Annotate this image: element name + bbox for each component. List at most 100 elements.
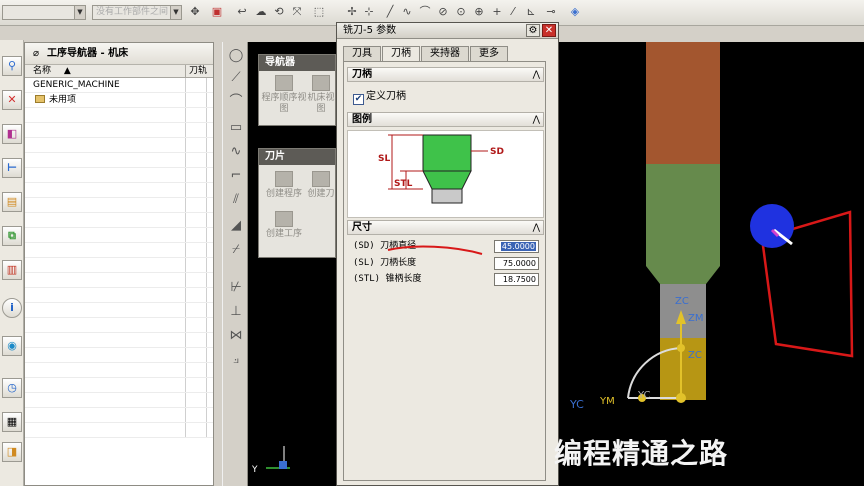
snap-icon[interactable]: ✥ <box>188 5 202 19</box>
move-icon[interactable]: ✢ <box>345 5 359 19</box>
table-row[interactable] <box>25 138 213 153</box>
offset-tool-icon[interactable]: ⫽ <box>228 192 244 208</box>
table-row[interactable] <box>25 108 213 123</box>
machine-tool-navigator-icon[interactable]: ▤ <box>2 192 22 212</box>
info-icon[interactable]: i <box>2 298 22 318</box>
section-diagram[interactable]: 图例 ⋀ <box>347 112 544 127</box>
axis-origin-marker[interactable] <box>676 393 686 403</box>
fillet-tool-icon[interactable]: ⌐ <box>228 168 244 184</box>
collapse-icon[interactable]: ⋀ <box>533 68 540 82</box>
column-header-name[interactable]: 名称 ▲ <box>25 65 186 77</box>
table-row[interactable] <box>25 303 213 318</box>
roles-icon[interactable]: ◨ <box>2 442 22 462</box>
gear-icon[interactable]: ⚙ <box>526 24 540 37</box>
create-program-button[interactable]: 创建程序 <box>261 171 307 200</box>
trim-tool-icon[interactable]: ⌿ <box>228 242 244 258</box>
table-row[interactable] <box>25 408 213 423</box>
center-snap-icon[interactable]: ⊕ <box>472 5 486 19</box>
tab-tool[interactable]: 刀具 <box>343 46 381 61</box>
table-row[interactable] <box>25 198 213 213</box>
part-navigator-icon[interactable]: ◧ <box>2 124 22 144</box>
chamfer-tool-icon[interactable]: ◢ <box>228 218 244 234</box>
table-row[interactable] <box>25 123 213 138</box>
table-row[interactable] <box>25 228 213 243</box>
assembly-scope-combo[interactable]: 没有工作部件之间 ▼ <box>92 5 182 20</box>
program-order-view-button[interactable]: 程序顺序视图 <box>261 75 307 115</box>
section-holder[interactable]: 刀柄 ⋀ <box>347 67 544 82</box>
rotate-icon[interactable]: ⟲ <box>272 5 286 19</box>
curve-tool-icon[interactable]: ∿ <box>400 5 414 19</box>
sketch-palette: ◯ ⟋ ⌒ ▭ ∿ ⌐ ⫽ ◢ ⌿ ⊬ ⊥ ⋈ ⟓ <box>222 42 248 486</box>
cloud-icon[interactable]: ☁ <box>254 5 268 19</box>
filter-combo[interactable]: ▼ <box>2 5 86 20</box>
create-program-label: 创建程序 <box>265 189 302 199</box>
assembly-navigator-icon[interactable]: ⚲ <box>2 56 22 76</box>
collapse-icon[interactable]: ⋀ <box>533 113 540 127</box>
table-row[interactable] <box>25 183 213 198</box>
collapse-icon[interactable]: ⋀ <box>533 221 540 235</box>
undo-icon[interactable]: ↩ <box>235 5 249 19</box>
table-row[interactable] <box>25 333 213 348</box>
spline-tool-icon[interactable]: ∿ <box>228 144 244 160</box>
arc-sketch-icon[interactable]: ⌒ <box>228 94 244 110</box>
axis-label-zc-secondary: ZC <box>688 350 702 361</box>
table-row[interactable] <box>25 393 213 408</box>
table-row[interactable] <box>25 243 213 258</box>
midpoint-icon[interactable]: ⊸ <box>544 5 558 19</box>
tangent-snap-icon[interactable]: ⁄ <box>506 5 520 19</box>
close-icon[interactable]: ✕ <box>542 24 556 37</box>
constraint-tool-icon[interactable]: ⊥ <box>228 304 244 320</box>
axis-handle-marker[interactable] <box>677 344 685 352</box>
web-browser-icon[interactable]: ◉ <box>2 336 22 356</box>
table-row[interactable] <box>25 348 213 363</box>
system-materials-icon[interactable]: ▦ <box>2 412 22 432</box>
selection-filter-icon[interactable]: ▣ <box>210 5 224 19</box>
cube-view-icon[interactable]: ◈ <box>568 5 582 19</box>
rectangle-tool-icon[interactable]: ▭ <box>228 120 244 136</box>
column-header-tool[interactable]: 刀轨 <box>186 65 213 77</box>
material-library-icon[interactable]: ▥ <box>2 260 22 280</box>
cross-snap-icon[interactable]: + <box>490 5 504 19</box>
create-operation-button[interactable]: 创建工序 <box>261 211 307 240</box>
reuse-library-icon[interactable]: ⧉ <box>2 226 22 246</box>
dialog-title-bar[interactable]: 铣刀-5 参数 ⚙ ✕ <box>337 23 558 39</box>
table-row[interactable] <box>25 153 213 168</box>
table-row[interactable] <box>25 213 213 228</box>
table-row[interactable]: GENERIC_MACHINE <box>25 78 213 93</box>
point-icon[interactable]: ⊹ <box>362 5 376 19</box>
table-row[interactable] <box>25 168 213 183</box>
stl-input[interactable]: 18.7500 <box>494 273 539 286</box>
tab-holder[interactable]: 刀柄 <box>382 46 420 62</box>
operation-navigator-icon[interactable]: ⊢ <box>2 158 22 178</box>
transform-icon[interactable]: ⤧ <box>290 5 304 19</box>
table-row[interactable] <box>25 288 213 303</box>
perpendicular-icon[interactable]: ⊾ <box>524 5 538 19</box>
tab-clamp[interactable]: 夹持器 <box>421 46 469 61</box>
circle-tool-icon[interactable]: ◯ <box>228 48 244 64</box>
section-dimensions[interactable]: 尺寸 ⋀ <box>347 220 544 235</box>
table-row[interactable] <box>25 423 213 438</box>
arc-tool-icon[interactable]: ⌒ <box>418 5 432 19</box>
tab-more[interactable]: 更多 <box>470 46 508 61</box>
dimension-tool-icon[interactable]: ⊬ <box>228 280 244 296</box>
table-row[interactable] <box>25 258 213 273</box>
table-row[interactable] <box>25 273 213 288</box>
constraint-navigator-icon[interactable]: ✕ <box>2 90 22 110</box>
history-icon[interactable]: ◷ <box>2 378 22 398</box>
line-tool-icon[interactable]: ╱ <box>383 5 397 19</box>
create-tool-button[interactable]: 创建刀 <box>305 171 337 200</box>
rectangle-select-icon[interactable]: ⬚ <box>312 5 326 19</box>
mirror-tool-icon[interactable]: ⋈ <box>228 328 244 344</box>
point-snap-icon[interactable]: ⊘ <box>436 5 450 19</box>
define-holder-checkbox[interactable]: ✔ 定义刀柄 <box>353 90 406 105</box>
polyline-tool-icon[interactable]: ⟋ <box>228 70 244 86</box>
table-row[interactable] <box>25 378 213 393</box>
machine-view-button[interactable]: 机床视图 <box>305 75 337 115</box>
table-row[interactable] <box>25 318 213 333</box>
circle-snap-icon[interactable]: ⊙ <box>454 5 468 19</box>
world-axis-origin <box>279 461 287 469</box>
pin-icon[interactable]: ⌀ <box>33 48 39 59</box>
table-row[interactable] <box>25 363 213 378</box>
project-tool-icon[interactable]: ⟓ <box>228 352 244 368</box>
table-row[interactable]: 未用项 <box>25 93 213 108</box>
